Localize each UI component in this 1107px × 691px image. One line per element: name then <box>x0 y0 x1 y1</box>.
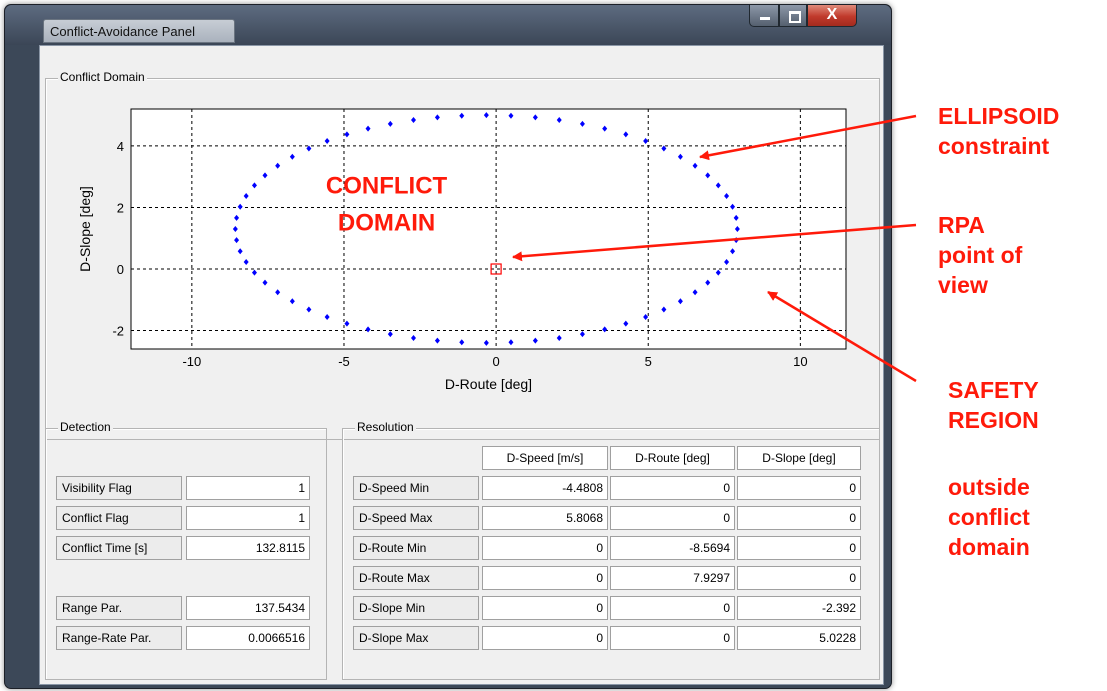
resolution-cell[interactable]: 0 <box>482 536 608 560</box>
x-axis-label: D-Route [deg] <box>445 376 532 392</box>
safety-annotation-line2: REGION <box>948 407 1039 433</box>
rpa-annotation-line3: view <box>938 272 988 298</box>
resolution-row-label: D-Route Max <box>353 566 479 590</box>
x-tick-label: 5 <box>645 354 652 369</box>
resolution-cell[interactable]: -2.392 <box>737 596 861 620</box>
detection-row-value[interactable]: 137.5434 <box>186 596 310 620</box>
outside-annotation-line3: domain <box>948 534 1030 560</box>
detection-row-label: Conflict Flag <box>56 506 182 530</box>
y-tick-label: -2 <box>112 324 124 339</box>
close-button[interactable]: X <box>807 5 857 27</box>
resolution-cell[interactable]: -8.5694 <box>610 536 735 560</box>
resolution-column-header: D-Speed [m/s] <box>482 446 608 470</box>
resolution-cell[interactable]: 0 <box>737 536 861 560</box>
conflict-domain-group: Conflict Domain -10 -5 0 5 10 -2 0 2 4 D-Route [d… <box>45 70 880 440</box>
conflict-domain-plot: -10 -5 0 5 10 -2 0 2 4 D-Route [deg] D-Slope [deg]… <box>77 108 847 392</box>
y-tick-label: 4 <box>117 139 124 154</box>
outside-annotation: outside conflict domain <box>948 472 1030 562</box>
app-window: Conflict-Avoidance Panel X Conflict Doma… <box>4 4 892 689</box>
resolution-cell[interactable]: 0 <box>482 596 608 620</box>
resolution-cell[interactable]: 0 <box>482 566 608 590</box>
outside-annotation-line2: conflict <box>948 504 1030 530</box>
detection-row-value[interactable]: 1 <box>186 506 310 530</box>
resolution-group-label: Resolution <box>355 420 416 434</box>
client-area: Conflict Domain -10 -5 0 5 10 -2 0 2 4 D-Route [d… <box>39 45 884 685</box>
x-tick-label: -5 <box>338 354 350 369</box>
rpa-annotation-line1: RPA <box>938 212 985 238</box>
ellipsoid-annotation-line1: ELLIPSOID <box>938 103 1060 129</box>
resolution-cell[interactable]: 5.0228 <box>737 626 861 650</box>
conflict-domain-label-line2: DOMAIN <box>338 210 435 237</box>
resolution-cell[interactable]: 0 <box>737 506 861 530</box>
maximize-button[interactable] <box>779 5 807 27</box>
resolution-group: Resolution D-Speed [m/s] D-Route [deg] D-S… <box>342 420 880 680</box>
y-tick-label: 0 <box>117 262 124 277</box>
resolution-cell[interactable]: 0 <box>482 626 608 650</box>
outside-annotation-line1: outside <box>948 474 1030 500</box>
resolution-cell[interactable]: 0 <box>610 626 735 650</box>
ellipsoid-annotation: ELLIPSOID constraint <box>938 101 1059 161</box>
safety-annotation: SAFETY REGION <box>948 375 1039 435</box>
detection-group: Detection Visibility Flag 1 Conflict Flag 1… <box>45 420 327 680</box>
minimize-button[interactable] <box>749 5 779 27</box>
resolution-row-label: D-Route Min <box>353 536 479 560</box>
resolution-row-label: D-Speed Min <box>353 476 479 500</box>
detection-row-label: Range Par. <box>56 596 182 620</box>
safety-annotation-line1: SAFETY <box>948 377 1039 403</box>
y-axis-label: D-Slope [deg] <box>77 186 93 272</box>
resolution-cell[interactable]: 0 <box>737 566 861 590</box>
resolution-cell[interactable]: 5.8068 <box>482 506 608 530</box>
resolution-row-label: D-Speed Max <box>353 506 479 530</box>
window-title: Conflict-Avoidance Panel <box>43 19 235 43</box>
x-tick-label: 10 <box>793 354 807 369</box>
resolution-row-label: D-Slope Min <box>353 596 479 620</box>
resolution-column-header: D-Route [deg] <box>610 446 735 470</box>
x-tick-label: -10 <box>182 354 201 369</box>
detection-row-value[interactable]: 0.0066516 <box>186 626 310 650</box>
ellipsoid-annotation-line2: constraint <box>938 133 1050 159</box>
close-icon: X <box>826 6 838 23</box>
detection-row-label: Conflict Time [s] <box>56 536 182 560</box>
rpa-annotation-line2: point of <box>938 242 1023 268</box>
y-tick-label: 2 <box>117 200 124 215</box>
resolution-cell[interactable]: 0 <box>610 506 735 530</box>
resolution-row-label: D-Slope Max <box>353 626 479 650</box>
title-bar[interactable]: Conflict-Avoidance Panel X <box>5 5 891 45</box>
resolution-cell[interactable]: 7.9297 <box>610 566 735 590</box>
detection-row-label: Range-Rate Par. <box>56 626 182 650</box>
conflict-domain-label-line1: CONFLICT <box>326 173 448 200</box>
x-tick-label: 0 <box>492 354 499 369</box>
maximize-icon <box>789 11 801 23</box>
resolution-cell[interactable]: -4.4808 <box>482 476 608 500</box>
rpa-annotation: RPA point of view <box>938 210 1022 300</box>
resolution-column-header: D-Slope [deg] <box>737 446 861 470</box>
detection-row-value[interactable]: 132.8115 <box>186 536 310 560</box>
detection-row-label: Visibility Flag <box>56 476 182 500</box>
resolution-cell[interactable]: 0 <box>737 476 861 500</box>
minimize-icon <box>760 17 770 20</box>
resolution-cell[interactable]: 0 <box>610 476 735 500</box>
resolution-cell[interactable]: 0 <box>610 596 735 620</box>
detection-row-value[interactable]: 1 <box>186 476 310 500</box>
detection-group-label: Detection <box>58 420 113 434</box>
